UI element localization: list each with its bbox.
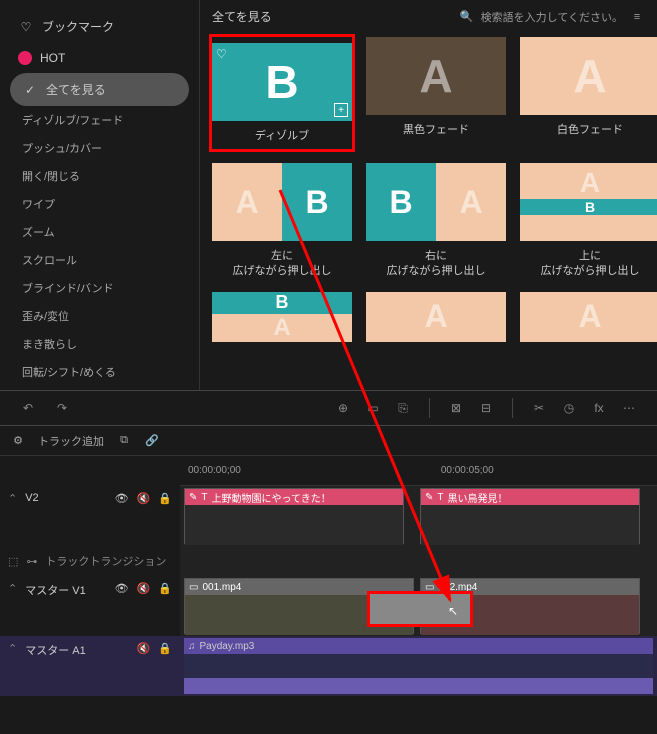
mute-icon[interactable]: 🔇 [137,492,151,505]
track-v1-content[interactable]: ▭001.mp4 ▭002.mp4 ↖ [180,576,657,636]
category-sidebar: ♡ ブックマーク HOT ✓ 全てを見る ディゾルブ/フェード プッシュ/カバー… [0,0,200,390]
card-label: 上に 広げながら押し出し [541,249,640,278]
category-distort[interactable]: 歪み/変位 [0,302,199,330]
copy-icon[interactable]: ⎘ [395,400,411,416]
track-v2-content[interactable]: ✎T上野動物園にやってきた！ ✎T黒い鳥発見！ [180,486,657,546]
transition-push-up[interactable]: AB 上に 広げながら押し出し [520,163,657,278]
track-v1-header: ⌃ マスター V1 👁 🔇 🔒 [0,576,180,636]
track-name: トラックトランジション [45,553,166,569]
transition-browser: 全てを見る 🔍 検索語を入力してください。 ≡ ♡ B + ディゾルブ A 黒色… [200,0,657,390]
transition-white-fade[interactable]: A 白色フェード [520,37,657,149]
cursor-icon: ↖ [448,604,458,618]
transition-push-right[interactable]: BA 右に 広げながら押し出し [366,163,506,278]
category-rotate[interactable]: 回転/シフト/めくる [0,358,199,386]
category-zoom[interactable]: ズーム [0,218,199,246]
track-a1-content[interactable]: ♫ Payday.mp3 [180,636,657,696]
search-box[interactable]: 🔍 検索語を入力してください。 ≡ [459,9,645,25]
timeline-toolbar: ↶ ↷ ⊕ ▭ ⎘ ⊠ ⊟ ✂ ◷ fx ⋯ [0,390,657,426]
card-label: 白色フェード [557,123,623,137]
mute-icon[interactable]: 🔇 [137,582,151,595]
clip-title: 002.mp4 [438,582,477,593]
category-dissolve[interactable]: ディゾルブ/フェード [0,106,199,134]
add-marker-icon[interactable]: ⊕ [335,400,351,416]
mute-icon[interactable]: 🔇 [137,642,151,655]
timecode: 00:00:00;00 [188,465,241,476]
visibility-icon[interactable]: 👁 [115,582,129,595]
category-scatter[interactable]: まき散らし [0,330,199,358]
clip-title: 001.mp4 [202,582,241,593]
card-label: ディゾルブ [255,129,309,143]
hot-label: HOT [40,51,65,65]
magnet-icon[interactable]: ⧉ [116,433,132,449]
clip-title: 黒い鳥発見！ [448,490,508,505]
hot-icon [18,51,32,65]
view-all-label: 全てを見る [46,81,106,98]
timecode: 00:00:05;00 [441,465,494,476]
track-v2-header: ⌃ V2 👁 🔇 🔒 [0,486,180,546]
pencil-icon: ✎ [425,492,433,503]
text-clip-1[interactable]: ✎T上野動物園にやってきた！ [184,488,404,544]
menu-icon[interactable]: ≡ [629,9,645,25]
lock-icon[interactable]: 🔒 [158,582,172,595]
text-clip-2[interactable]: ✎T黒い鳥発見！ [420,488,640,544]
collapse-icon[interactable]: ⌃ [8,582,17,595]
split-icon[interactable]: ▭ [365,400,381,416]
category-push[interactable]: プッシュ/カバー [0,134,199,162]
track-transition-header: ⬚ ⊶ トラックトランジション [0,546,180,576]
search-placeholder: 検索語を入力してください。 [481,9,623,25]
track-a1-header: ⌃ マスター A1 🔇 🔒 fx [0,636,180,696]
cut-icon[interactable]: ✂ [531,400,547,416]
transition-push-left[interactable]: AB 左に 広げながら押し出し [212,163,352,278]
card-label: 右に 広げながら押し出し [387,249,486,278]
browser-title: 全てを見る [212,8,272,25]
collapse-icon[interactable]: ⌃ [8,492,17,505]
card-label: 黒色フェード [403,123,469,137]
check-icon: ✓ [22,82,38,98]
track-name: V2 [25,492,38,504]
settings-icon[interactable]: ⚙ [10,433,26,449]
category-wipe[interactable]: ワイプ [0,190,199,218]
delete-icon[interactable]: ⊠ [448,400,464,416]
heart-icon: ♡ [18,19,34,35]
hot-nav[interactable]: HOT [0,43,199,73]
bookmark-label: ブックマーク [42,18,114,35]
clip-title: Payday.mp3 [200,641,255,652]
collapse-icon[interactable]: ⌃ [8,642,17,655]
transition-item[interactable]: A [366,292,506,342]
chain-icon: ⊶ [26,555,37,568]
category-scroll[interactable]: スクロール [0,246,199,274]
track-name: マスター V1 [25,582,86,598]
undo-icon[interactable]: ↶ [20,400,36,416]
lock-icon[interactable]: 🔒 [158,492,172,505]
pencil-icon: ✎ [189,492,197,503]
category-open[interactable]: 開く/閉じる [0,162,199,190]
audio-clip[interactable]: ♫ Payday.mp3 [184,638,653,694]
link-icon[interactable]: 🔗 [144,433,160,449]
track-transition-content[interactable] [180,546,657,576]
time-ruler[interactable]: 00:00:00;00 00:00:05;00 [180,456,657,486]
music-icon: ♫ [188,641,196,652]
fx-icon[interactable]: fx [591,400,607,416]
transition-dissolve[interactable]: ♡ B + ディゾルブ [212,37,352,149]
ripple-delete-icon[interactable]: ⊟ [478,400,494,416]
add-icon[interactable]: + [334,103,348,117]
lock-icon[interactable]: 🔒 [158,642,172,655]
view-all-nav[interactable]: ✓ 全てを見る [10,73,189,106]
visibility-icon[interactable]: 👁 [115,492,129,505]
more-icon[interactable]: ⋯ [621,400,637,416]
clip-title: 上野動物園にやってきた！ [212,490,331,505]
transition-black-fade[interactable]: A 黒色フェード [366,37,506,149]
search-icon: 🔍 [459,9,475,25]
transition-item[interactable]: BA [212,292,352,342]
speed-icon[interactable]: ◷ [561,400,577,416]
favorite-icon[interactable]: ♡ [216,47,227,61]
add-track-label[interactable]: トラック追加 [38,433,104,449]
bookmark-nav[interactable]: ♡ ブックマーク [0,10,199,43]
track-name: マスター A1 [25,642,86,658]
link-icon: ⬚ [8,555,18,568]
transition-item[interactable]: A [520,292,657,342]
card-label: 左に 広げながら押し出し [233,249,332,278]
category-blind[interactable]: ブラインド/バンド [0,274,199,302]
redo-icon[interactable]: ↷ [54,400,70,416]
